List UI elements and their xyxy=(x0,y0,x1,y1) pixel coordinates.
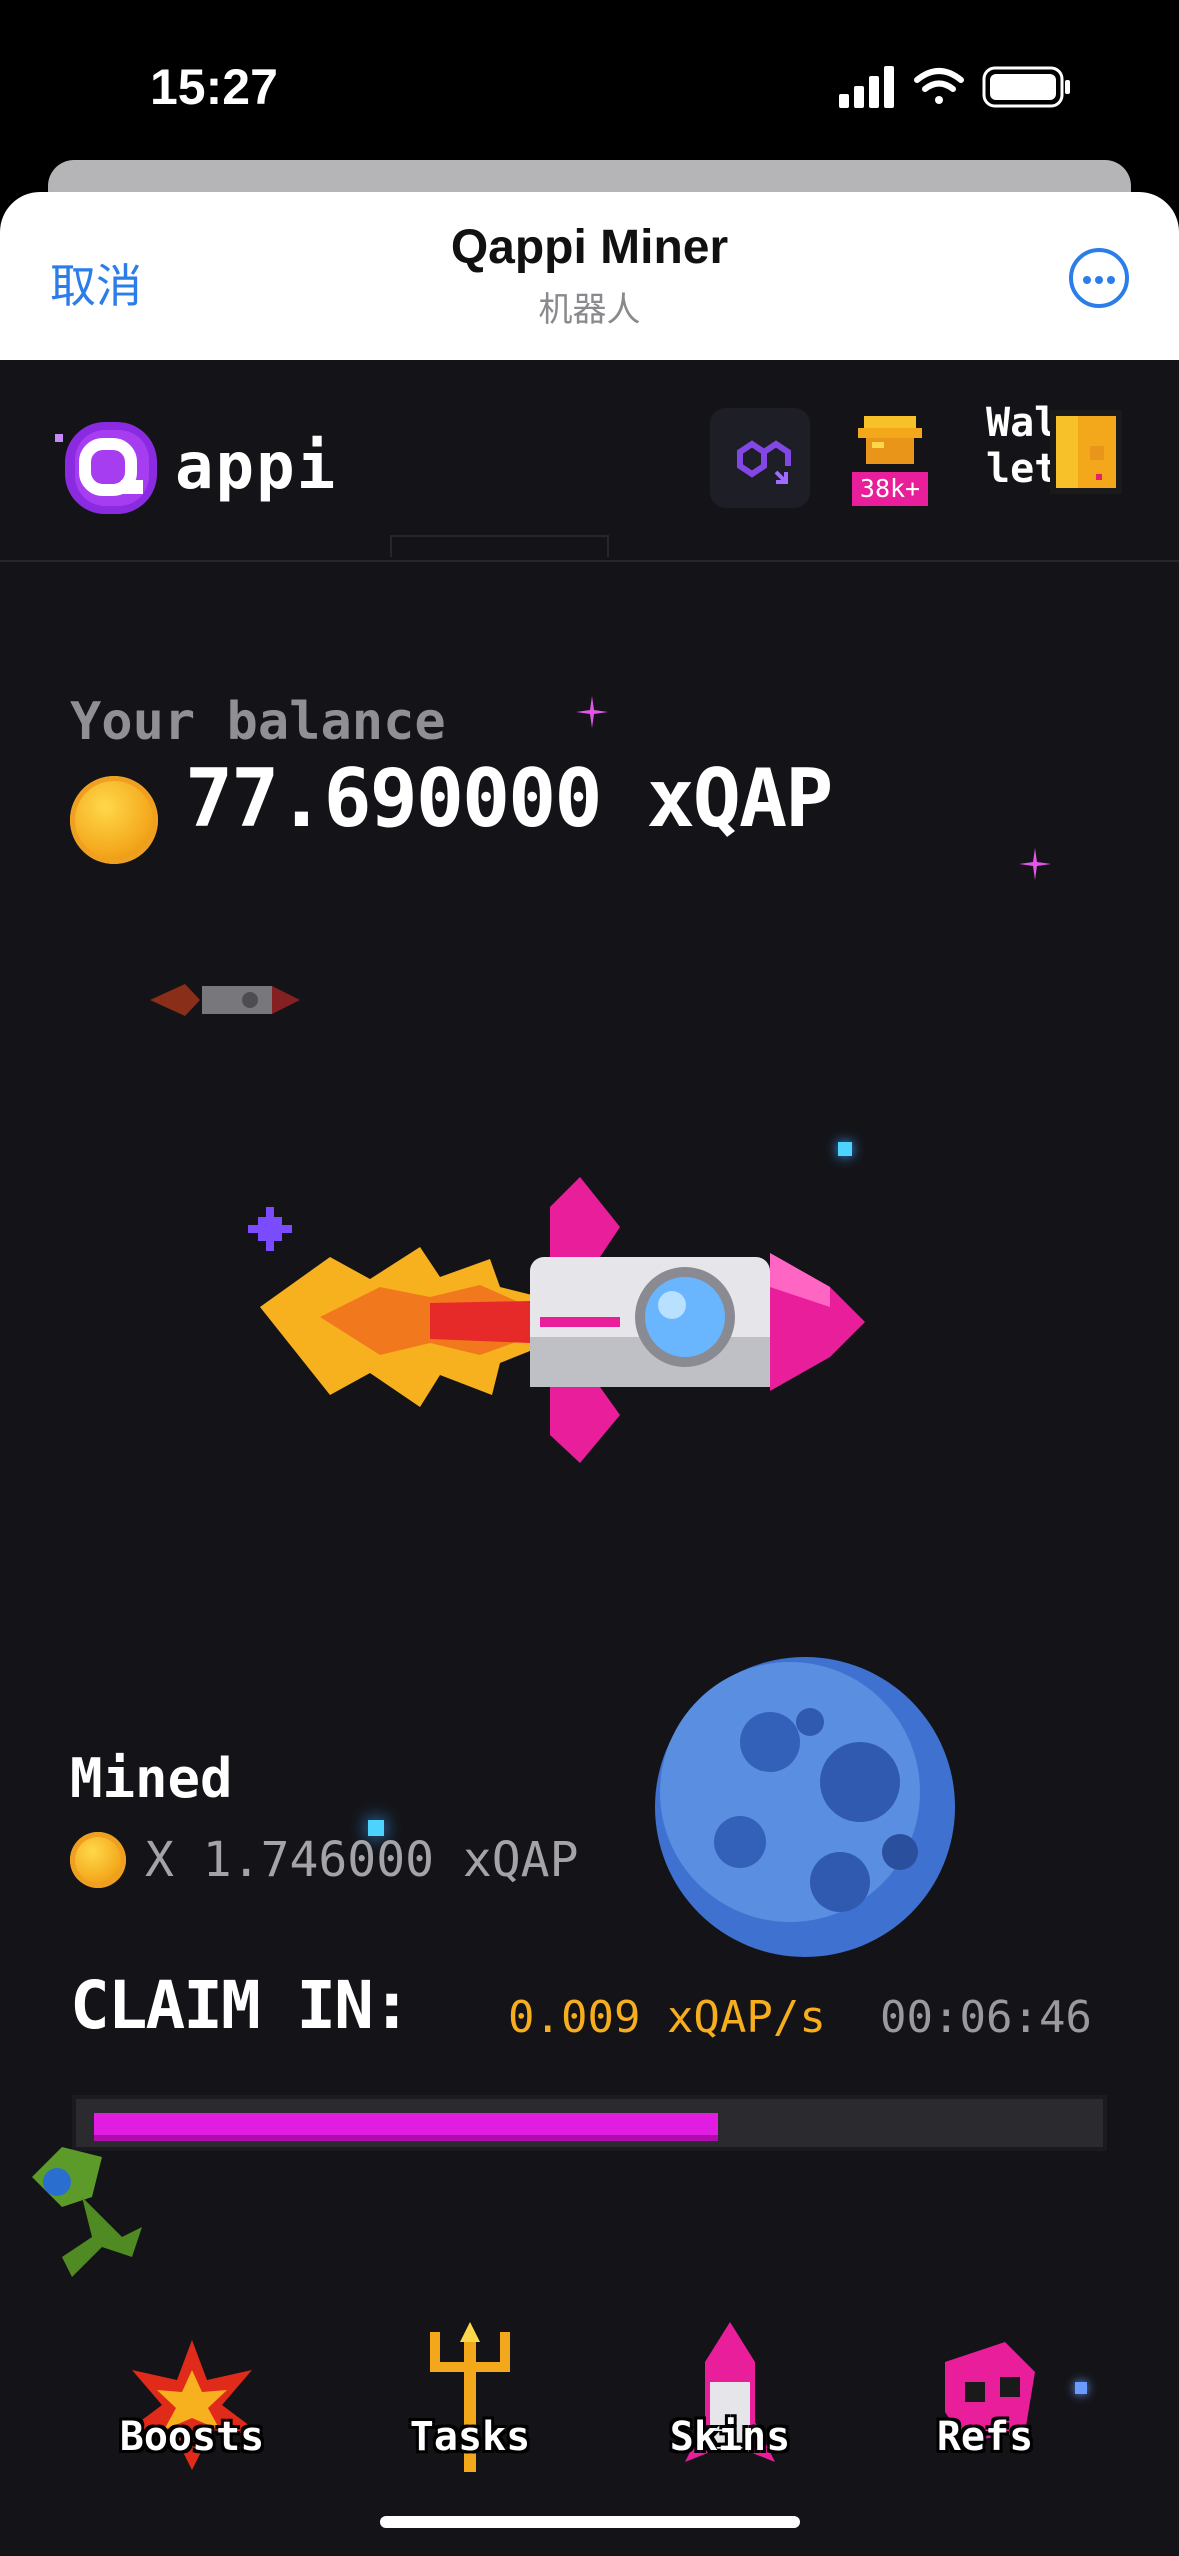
bot-title: Qappi Miner xyxy=(450,221,729,274)
qappi-logo: appi xyxy=(55,416,335,526)
wifi-icon xyxy=(914,68,964,104)
battery-icon xyxy=(982,66,1070,108)
blue-star-dot xyxy=(1075,2382,1087,2394)
wallet-label: Wal let xyxy=(986,400,1059,492)
coins-leaderboard-button[interactable]: 38k+ xyxy=(850,406,930,510)
blue-star-dot xyxy=(838,1142,852,1156)
planet-icon xyxy=(655,1657,955,1957)
cellular-signal-icon xyxy=(839,66,894,108)
coin-icon xyxy=(70,1832,126,1888)
nav-skins-label: Skins xyxy=(669,2414,791,2460)
more-dot-icon xyxy=(1107,276,1115,284)
wallet-icon xyxy=(1050,410,1122,494)
nav-refs[interactable]: Refs xyxy=(905,2322,1065,2502)
more-dot-icon xyxy=(1083,276,1091,284)
status-bar: 15:27 xyxy=(0,0,1179,160)
claim-progress-bar xyxy=(72,2095,1107,2151)
bot-subtitle: 机器人 xyxy=(538,290,641,330)
mini-app-sheet: 取消 Qappi Miner 机器人 appi 38k+ Wal let You… xyxy=(0,192,1179,2556)
nav-boosts[interactable]: Boosts xyxy=(112,2322,272,2502)
mining-rate: 0.009 xQAP/s xyxy=(508,1992,826,2043)
polygon-icon xyxy=(737,440,791,484)
purple-sparkle xyxy=(248,1207,292,1251)
bottom-nav: Boosts Tasks Skins Refs xyxy=(0,2322,1179,2522)
balance-value: 77.690000 xQAP xyxy=(185,752,833,845)
nav-boosts-label: Boosts xyxy=(119,2414,265,2460)
claim-label: CLAIM IN: xyxy=(70,1967,412,2044)
mined-value: X 1.746000 xQAP xyxy=(145,1832,579,1888)
small-rocket-icon xyxy=(150,984,300,1016)
sparkle-star-icon xyxy=(576,696,608,728)
wallet-button[interactable]: Wal let xyxy=(982,400,1130,500)
status-icons xyxy=(839,66,1070,108)
mined-label: Mined xyxy=(70,1747,233,1810)
more-options-button[interactable] xyxy=(1069,248,1129,308)
sheet-header: 取消 Qappi Miner 机器人 xyxy=(0,192,1179,360)
logo-text: appi xyxy=(175,430,338,504)
nav-tasks-label: Tasks xyxy=(409,2414,531,2460)
qappi-logo-icon xyxy=(55,422,157,514)
coins-badge: 38k+ xyxy=(852,472,928,506)
alien-icon xyxy=(32,2147,142,2277)
balance-label: Your balance xyxy=(70,692,446,752)
nav-tasks[interactable]: Tasks xyxy=(390,2322,550,2502)
coin-icon xyxy=(70,776,158,864)
nav-skins[interactable]: Skins xyxy=(650,2322,810,2502)
claim-progress-fill xyxy=(94,2113,718,2141)
app-topbar: appi 38k+ Wal let xyxy=(0,360,1179,562)
rocket-icon xyxy=(248,1177,865,1463)
home-indicator[interactable] xyxy=(380,2516,800,2528)
polygon-network-button[interactable] xyxy=(710,408,810,508)
sparkle-star-icon xyxy=(1019,848,1051,880)
nav-refs-label: Refs xyxy=(936,2414,1034,2460)
more-dot-icon xyxy=(1095,276,1103,284)
header-tab-outline xyxy=(390,535,609,557)
status-time: 15:27 xyxy=(150,59,278,115)
coin-pot-icon xyxy=(858,416,922,464)
claim-countdown: 00:06:46 xyxy=(880,1992,1092,2043)
